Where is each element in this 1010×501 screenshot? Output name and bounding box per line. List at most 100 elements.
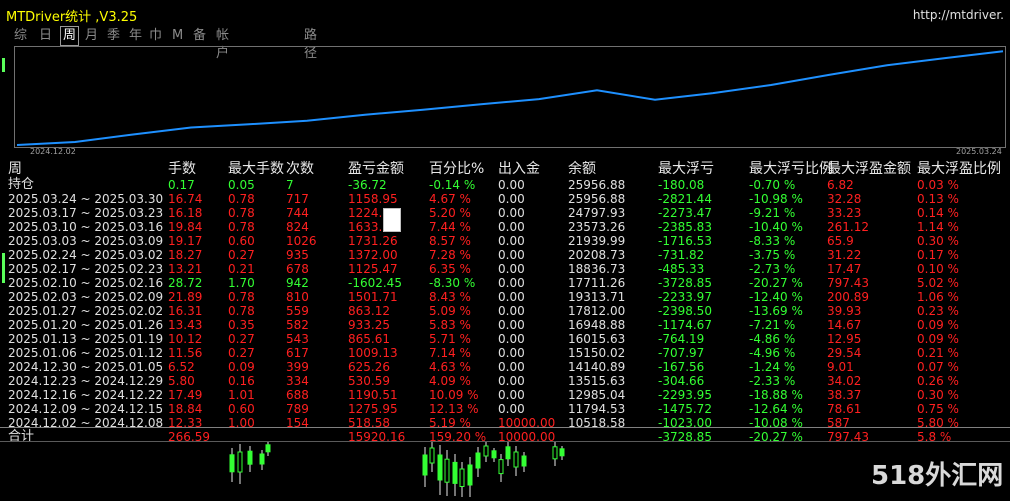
cell-max-float-loss-pct: -13.69 % — [749, 304, 803, 318]
cell-flow: 0.00 — [498, 234, 525, 248]
window-title: MTDriver统计 ,V3.25 — [6, 10, 138, 25]
cell-max-float-loss: -485.33 — [658, 262, 705, 276]
cell-period: 2025.02.24 ~ 2025.03.02 — [8, 248, 164, 262]
cell-period: 2025.01.06 ~ 2025.01.12 — [8, 346, 164, 360]
candle-body — [559, 448, 565, 457]
cell-pct: -8.30 % — [429, 276, 476, 290]
tab-summary[interactable]: 综 — [14, 27, 27, 45]
cell-max-float-profit: 31.22 — [827, 248, 862, 262]
tab-week[interactable]: 周 — [60, 26, 80, 46]
cell-pct: -0.14 % — [429, 178, 476, 192]
cell-pnl: 530.59 — [348, 374, 390, 388]
cell-lots: 6.52 — [168, 360, 195, 374]
overlay-popup-box[interactable] — [383, 208, 401, 232]
cell-max-float-profit: 32.28 — [827, 192, 862, 206]
cell-max-lots: 0.21 — [228, 262, 255, 276]
cell-max-lots: 0.35 — [228, 318, 255, 332]
tab-note[interactable]: 备 — [193, 27, 206, 45]
table-row: 2025.01.20 ~ 2025.01.26 13.43 0.35 582 933.2… — [0, 318, 1010, 332]
cell-balance: 20208.73 — [568, 248, 626, 262]
cell-max-float-profit-pct: 0.17 % — [917, 248, 959, 262]
cell-pnl: 863.12 — [348, 304, 390, 318]
cell-balance: 16015.63 — [568, 332, 626, 346]
table-row: 2024.12.09 ~ 2024.12.15 18.84 0.60 789 1275.… — [0, 402, 1010, 416]
equity-chart-svg — [16, 50, 1004, 146]
tab-month[interactable]: 月 — [85, 27, 98, 45]
cell-max-lots: 0.09 — [228, 360, 255, 374]
candle-body — [513, 451, 519, 468]
cell-max-float-loss: -3728.85 — [658, 276, 712, 290]
candle-body — [483, 445, 489, 457]
cell-max-float-loss: -731.82 — [658, 248, 705, 262]
table-row: 2025.01.06 ~ 2025.01.12 11.56 0.27 617 1009.… — [0, 346, 1010, 360]
table-row: 2025.02.10 ~ 2025.02.16 28.72 1.70 942 -1602… — [0, 276, 1010, 290]
cell-max-float-profit: 65.9 — [827, 234, 854, 248]
candle-body — [437, 454, 443, 481]
cell-max-float-profit-pct: 0.21 % — [917, 346, 959, 360]
cell-flow: 0.00 — [498, 178, 525, 192]
tab-path[interactable]: 路径 — [304, 27, 317, 61]
equity-series-line — [16, 50, 1004, 146]
cell-max-float-profit-pct: 0.10 % — [917, 262, 959, 276]
cell-max-float-loss: -180.08 — [658, 178, 705, 192]
cell-period: 2025.02.17 ~ 2025.02.23 — [8, 262, 164, 276]
cell-max-float-loss: -2821.44 — [658, 192, 712, 206]
cell-pct: 5.20 % — [429, 206, 471, 220]
cell-max-float-profit-pct: 0.13 % — [917, 192, 959, 206]
cell-max-float-profit-pct: 0.30 % — [917, 234, 959, 248]
cell-pnl: 1372.00 — [348, 248, 398, 262]
col-header-max-float-profit: 最大浮盈金额 — [827, 161, 911, 177]
cell-period: 2024.12.16 ~ 2024.12.22 — [8, 388, 164, 402]
cell-pnl: 1190.51 — [348, 388, 398, 402]
cell-max-float-loss: -764.19 — [658, 332, 705, 346]
cell-max-float-profit: 14.67 — [827, 318, 862, 332]
col-header-week: 周 — [8, 161, 22, 177]
cell-balance: 25956.88 — [568, 192, 626, 206]
tab-year[interactable]: 年 — [129, 27, 142, 45]
cell-max-lots: 0.78 — [228, 304, 255, 318]
cell-max-float-profit: 38.37 — [827, 388, 862, 402]
tab-day[interactable]: 日 — [39, 27, 52, 45]
tab-season[interactable]: 季 — [107, 27, 120, 45]
cell-lots: 17.49 — [168, 388, 203, 402]
cell-balance: 11794.53 — [568, 402, 626, 416]
cell-max-float-loss: -2293.95 — [658, 388, 712, 402]
candle-body — [229, 454, 235, 473]
tab-account[interactable]: 帐户 — [216, 27, 229, 61]
cell-max-lots: 0.78 — [228, 290, 255, 304]
candle-body — [459, 468, 465, 487]
tab-symbol[interactable]: 巾 — [149, 27, 162, 45]
cell-max-float-profit: 29.54 — [827, 346, 862, 360]
table-row: 2025.02.24 ~ 2025.03.02 18.27 0.27 935 1372.… — [0, 248, 1010, 262]
tab-magic[interactable]: M — [172, 27, 183, 45]
cell-flow: 0.00 — [498, 402, 525, 416]
cell-count: 744 — [286, 206, 309, 220]
cell-max-lots: 0.60 — [228, 402, 255, 416]
cell-max-float-loss: -1716.53 — [658, 234, 712, 248]
cell-count: 7 — [286, 178, 294, 192]
cell-flow: 0.00 — [498, 374, 525, 388]
table-row: 2025.03.24 ~ 2025.03.30 16.74 0.78 717 1158.… — [0, 192, 1010, 206]
cell-period: 2024.12.30 ~ 2025.01.05 — [8, 360, 164, 374]
cell-pct: 8.57 % — [429, 234, 471, 248]
cell-max-float-loss-pct: -4.96 % — [749, 346, 796, 360]
url-link[interactable]: http://mtdriver. — [913, 8, 1004, 22]
cell-max-float-profit: 34.02 — [827, 374, 862, 388]
table-row: 2025.01.13 ~ 2025.01.19 10.12 0.27 543 865.6… — [0, 332, 1010, 346]
table-row: 2024.12.23 ~ 2024.12.29 5.80 0.16 334 530.59… — [0, 374, 1010, 388]
cell-max-lots: 0.27 — [228, 248, 255, 262]
cell-max-lots: 0.78 — [228, 192, 255, 206]
cell-max-float-profit-pct: 0.30 % — [917, 388, 959, 402]
candle-body — [521, 455, 527, 467]
col-header-flow: 出入金 — [498, 161, 540, 177]
candle-body — [247, 450, 253, 465]
cell-max-float-loss: -1174.67 — [658, 318, 712, 332]
cell-max-float-profit: 6.82 — [827, 178, 854, 192]
cell-max-float-loss-pct: -0.70 % — [749, 178, 796, 192]
cell-pct: 5.71 % — [429, 332, 471, 346]
cell-balance: 17711.26 — [568, 276, 626, 290]
cell-pnl: 1125.47 — [348, 262, 398, 276]
cell-max-float-loss: -2385.83 — [658, 220, 712, 234]
cell-pnl: -1602.45 — [348, 276, 402, 290]
cell-max-float-profit: 261.12 — [827, 220, 869, 234]
